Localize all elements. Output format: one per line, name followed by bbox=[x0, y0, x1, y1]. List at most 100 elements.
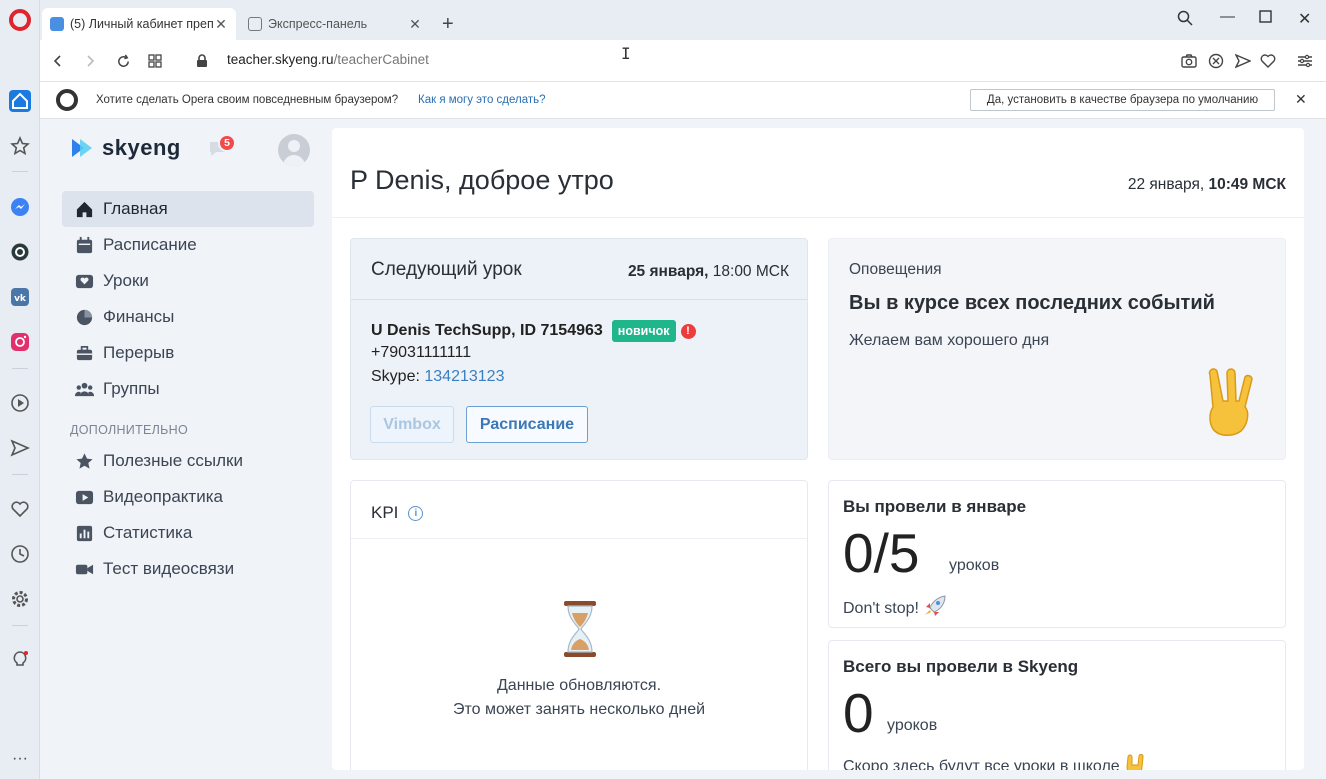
student-info: U Denis TechSupp, ID 7154963 новичок ! bbox=[371, 320, 696, 342]
menu-item-finance[interactable]: Финансы bbox=[62, 299, 314, 335]
search-icon[interactable] bbox=[1177, 10, 1193, 30]
send-icon[interactable] bbox=[9, 437, 31, 459]
rock-hand-icon bbox=[1124, 753, 1148, 770]
vimbox-button[interactable]: Vimbox bbox=[370, 406, 454, 443]
reload-icon[interactable] bbox=[113, 51, 133, 71]
instagram-icon[interactable] bbox=[9, 331, 31, 353]
minimize-icon[interactable]: — bbox=[1220, 8, 1235, 25]
kpi-message-2: Это может занять несколько дней bbox=[452, 701, 706, 718]
menu-item-label: Статистика bbox=[103, 523, 193, 542]
url-path: /teacherCabinet bbox=[333, 52, 429, 67]
menu-item-statistics[interactable]: Статистика bbox=[62, 515, 314, 551]
tab-bar: (5) Личный кабинет преподавателя ✕ Экспр… bbox=[40, 0, 1326, 40]
lightbulb-icon[interactable] bbox=[9, 649, 31, 671]
opera-menu-icon[interactable] bbox=[9, 9, 31, 31]
close-tab-icon[interactable]: ✕ bbox=[214, 16, 228, 33]
finance-icon bbox=[74, 307, 94, 327]
skype-link[interactable]: 134213123 bbox=[424, 368, 504, 385]
current-date: 22 января, bbox=[1127, 176, 1205, 193]
infobar-link[interactable]: Как я могу это сделать? bbox=[418, 94, 546, 106]
schedule-button[interactable]: Расписание bbox=[466, 406, 588, 443]
svg-text:vk: vk bbox=[14, 294, 27, 304]
info-icon[interactable]: i bbox=[408, 505, 424, 521]
page-title: P Denis, доброе утро bbox=[350, 165, 614, 195]
menu-item-label: Уроки bbox=[103, 271, 149, 290]
skype-label: Skype: bbox=[371, 368, 420, 385]
skyeng-favicon-icon bbox=[50, 17, 64, 31]
logo-text: skyeng bbox=[102, 135, 181, 160]
close-infobar-icon[interactable]: ✕ bbox=[1295, 91, 1307, 108]
messenger-icon[interactable] bbox=[9, 196, 31, 218]
more-icon[interactable]: ··· bbox=[9, 748, 31, 770]
january-unit: уроков bbox=[949, 557, 1000, 574]
menu-item-label: Финансы bbox=[103, 307, 175, 326]
next-lesson-date: 25 января, bbox=[627, 263, 709, 280]
tab-title: (5) Личный кабинет преподавателя bbox=[70, 17, 214, 31]
january-motto: Don't stop! bbox=[843, 595, 947, 622]
menu-item-label: Видеопрактика bbox=[103, 487, 223, 506]
menu-item-label: Главная bbox=[103, 199, 168, 218]
maximize-icon[interactable] bbox=[1259, 10, 1272, 27]
lock-icon[interactable] bbox=[192, 51, 212, 71]
kpi-title: KPI bbox=[371, 503, 399, 522]
speed-dial-icon[interactable] bbox=[9, 90, 31, 112]
menu-item-break[interactable]: Перерыв bbox=[62, 335, 314, 371]
snapshot-icon[interactable] bbox=[1179, 51, 1199, 71]
suitcase-icon bbox=[74, 343, 94, 363]
infobar-message: Хотите сделать Opera своим повседневным … bbox=[96, 94, 399, 106]
menu-item-label: Тест видеосвязи bbox=[103, 559, 235, 578]
video-play-icon bbox=[74, 487, 94, 507]
kpi-title-row: KPI i bbox=[371, 503, 424, 523]
tab-express-panel[interactable]: Экспресс-панель ✕ bbox=[240, 8, 430, 40]
settings-icon[interactable] bbox=[9, 588, 31, 610]
total-motto-text: Скоро здесь будут все уроки в школе bbox=[843, 757, 1120, 771]
lessons-icon bbox=[74, 271, 94, 291]
easy-setup-icon[interactable] bbox=[1295, 51, 1315, 71]
url-field[interactable]: teacher.skyeng.ru/teacherCabinet bbox=[227, 52, 429, 67]
menu-item-lessons[interactable]: Уроки bbox=[62, 263, 314, 299]
january-value: 0/5 bbox=[843, 522, 920, 584]
menu-item-groups[interactable]: Группы bbox=[62, 371, 314, 407]
stats-icon bbox=[74, 523, 94, 543]
menu-item-useful-links[interactable]: Полезные ссылки bbox=[62, 443, 314, 479]
set-default-button[interactable]: Да, установить в качестве браузера по ум… bbox=[970, 89, 1275, 111]
close-window-icon[interactable]: ✕ bbox=[1298, 9, 1311, 29]
tab-skyeng[interactable]: (5) Личный кабинет преподавателя ✕ bbox=[42, 8, 236, 40]
tab-title: Экспресс-панель bbox=[268, 17, 368, 31]
back-icon[interactable] bbox=[48, 51, 68, 71]
current-time: 10:49 МСК bbox=[1208, 176, 1286, 193]
victory-hand-icon bbox=[1201, 367, 1257, 437]
notifications-subtitle: Желаем вам хорошего дня bbox=[849, 332, 1050, 349]
skyeng-logo[interactable]: skyeng bbox=[70, 135, 181, 161]
vk-icon[interactable]: vk bbox=[9, 286, 31, 308]
heart-icon[interactable] bbox=[9, 498, 31, 520]
menu-item-home[interactable]: Главная bbox=[62, 191, 314, 227]
total-unit: уроков bbox=[887, 717, 938, 734]
new-tab-icon[interactable]: + bbox=[442, 14, 454, 34]
january-motto-text: Don't stop! bbox=[843, 599, 919, 617]
warning-icon[interactable]: ! bbox=[680, 323, 696, 339]
opera-logo-icon bbox=[56, 89, 78, 111]
player-icon[interactable] bbox=[9, 392, 31, 414]
forward-icon[interactable] bbox=[80, 51, 100, 71]
page-content: skyeng 5 Главная Расписание Уроки Финанс… bbox=[40, 119, 1326, 779]
menu-item-video-practice[interactable]: Видеопрактика bbox=[62, 479, 314, 515]
rocket-icon bbox=[923, 595, 947, 622]
next-lesson-datetime: 25 января, 18:00 МСК bbox=[628, 263, 789, 281]
adblock-icon[interactable] bbox=[1206, 51, 1226, 71]
share-send-icon[interactable] bbox=[1233, 51, 1253, 71]
history-icon[interactable] bbox=[9, 543, 31, 565]
menu-item-label: Группы bbox=[103, 379, 160, 398]
whatsapp-icon[interactable] bbox=[9, 241, 31, 263]
default-browser-infobar: Хотите сделать Opera своим повседневным … bbox=[40, 82, 1326, 119]
close-tab-icon[interactable]: ✕ bbox=[408, 16, 422, 33]
student-name[interactable]: U Denis TechSupp, ID 7154963 bbox=[371, 322, 603, 340]
january-lessons-card: Вы провели в январе 0/5 уроков Don't sto… bbox=[828, 480, 1286, 628]
favorite-heart-icon[interactable] bbox=[1258, 51, 1278, 71]
bookmarks-icon[interactable] bbox=[9, 135, 31, 157]
avatar[interactable] bbox=[278, 134, 310, 166]
menu-item-video-test[interactable]: Тест видеосвязи bbox=[62, 551, 314, 587]
tiles-icon[interactable] bbox=[145, 51, 165, 71]
menu-item-schedule[interactable]: Расписание bbox=[62, 227, 314, 263]
notifications-card: Оповещения Вы в курсе всех последних соб… bbox=[828, 238, 1286, 460]
